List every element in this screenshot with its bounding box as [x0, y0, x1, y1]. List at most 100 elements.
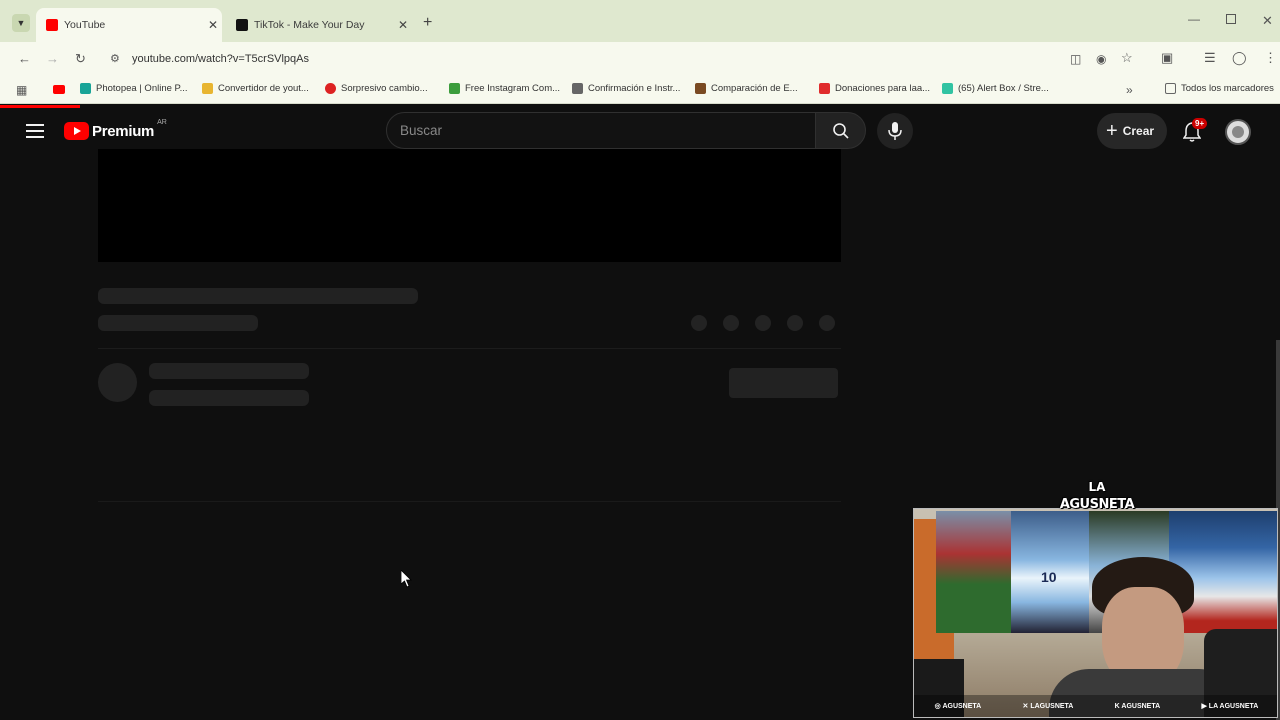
restore-icon[interactable]: [1226, 14, 1236, 24]
news-icon: [325, 83, 336, 94]
bookmark-comparacion[interactable]: Comparación de E...: [695, 83, 798, 94]
tab-title: YouTube: [64, 19, 106, 31]
instagram-handle: ◎ AGUSNETA: [935, 702, 982, 710]
new-tab-icon[interactable]: +: [423, 14, 432, 32]
microphone-icon: [888, 122, 902, 140]
folder-icon: [1165, 83, 1176, 94]
media-controls-icon[interactable]: ☰: [1204, 51, 1216, 65]
mouse-cursor-icon: [401, 570, 412, 588]
divider: [98, 501, 841, 502]
search-input[interactable]: Buscar: [386, 112, 816, 149]
photopea-icon: [80, 83, 91, 94]
divider: [98, 348, 841, 349]
guide-menu-icon[interactable]: [26, 124, 44, 138]
url-text: youtube.com/watch?v=T5crSVlpqAs: [132, 53, 310, 65]
channel-name-skeleton: [149, 363, 309, 379]
bookmark-instagram[interactable]: Free Instagram Com...: [449, 83, 560, 94]
youtube-bookmark-icon[interactable]: [53, 85, 65, 94]
tiktok-favicon-icon: [236, 19, 248, 31]
menu-kebab-icon[interactable]: ⋮: [1264, 51, 1277, 65]
logo-text: Premium: [92, 122, 155, 140]
back-icon[interactable]: ←: [18, 52, 31, 66]
bookmark-photopea[interactable]: Photopea | Online P...: [80, 83, 188, 94]
notifications-button[interactable]: 9+: [1180, 118, 1208, 144]
profile-icon[interactable]: ◯: [1232, 51, 1247, 65]
voice-search-button[interactable]: [877, 113, 913, 149]
action-skeleton-dot: [787, 315, 803, 331]
link-icon: [572, 83, 583, 94]
bookmark-confirmacion[interactable]: Confirmación e Instr...: [572, 83, 680, 94]
bookmark-label: Donaciones para laa...: [835, 83, 931, 94]
bookmark-alertbox[interactable]: (65) Alert Box / Stre...: [942, 83, 1049, 94]
channel-subs-skeleton: [149, 390, 309, 406]
action-skeleton-dot: [755, 315, 771, 331]
bookmark-label: Comparación de E...: [711, 83, 798, 94]
close-tab-icon[interactable]: ✕: [204, 18, 222, 32]
tab-tiktok[interactable]: TikTok - Make Your Day ✕: [226, 8, 412, 42]
notification-badge: 9+: [1192, 118, 1208, 129]
create-button[interactable]: + Crear: [1097, 113, 1167, 149]
region-code: AR: [157, 118, 167, 126]
install-app-icon[interactable]: ◫: [1070, 52, 1081, 66]
close-window-icon[interactable]: ✕: [1262, 13, 1273, 29]
apps-grid-icon[interactable]: ▦: [16, 83, 27, 97]
video-player[interactable]: [98, 149, 841, 262]
all-bookmarks-button[interactable]: Todos los marcadores: [1165, 83, 1274, 94]
search-button[interactable]: [815, 112, 866, 149]
x-label: LAGUSNETA: [1030, 703, 1074, 710]
webcam-overlay: 10 ◎ AGUSNETA ✕ LAGUSNETA K AGUSNETA ▶ L…: [913, 508, 1278, 718]
jersey-number: 10: [1041, 569, 1057, 585]
youtube-small-icon: ▶: [1201, 703, 1209, 710]
reload-icon[interactable]: ↻: [75, 52, 86, 66]
all-bookmarks-label: Todos los marcadores: [1181, 83, 1274, 94]
search-icon: [833, 123, 849, 139]
avatar[interactable]: [1225, 119, 1251, 145]
close-tab-icon[interactable]: ✕: [394, 18, 412, 32]
tab-search-button[interactable]: ▼: [12, 14, 30, 32]
bookmark-label: Convertidor de yout...: [218, 83, 309, 94]
youtube-favicon-icon: [46, 19, 58, 31]
bookmark-label: Photopea | Online P...: [96, 83, 188, 94]
browser-tab-strip: ▼ YouTube ✕ TikTok - Make Your Day ✕ + —…: [0, 0, 1280, 42]
kick-handle: K AGUSNETA: [1115, 703, 1161, 710]
plus-icon: +: [1106, 120, 1118, 142]
minimize-icon[interactable]: —: [1188, 12, 1200, 26]
subscribe-skeleton: [729, 368, 838, 398]
address-bar[interactable]: ⚙ youtube.com/watch?v=T5crSVlpqAs: [102, 46, 1152, 72]
youtube-logo[interactable]: Premium AR: [64, 118, 167, 141]
browser-toolbar: ← → ↻ ⚙ youtube.com/watch?v=T5crSVlpqAs …: [0, 42, 1280, 76]
bookmark-star-icon[interactable]: ☆: [1121, 51, 1133, 65]
youtube-label: LA AGUSNETA: [1208, 703, 1259, 710]
title-skeleton: [98, 288, 418, 304]
agusneta-logo: LA AGUSNETA: [1056, 480, 1138, 532]
create-label: Crear: [1122, 124, 1155, 138]
youtube-play-icon: [64, 122, 89, 140]
kick-label: AGUSNETA: [1121, 702, 1161, 710]
c-icon: [819, 83, 830, 94]
bookmark-convertidor[interactable]: Convertidor de yout...: [202, 83, 309, 94]
streamlabs-icon: [942, 83, 953, 94]
avatar-inner: [1232, 126, 1244, 138]
forward-icon[interactable]: →: [46, 52, 59, 66]
bookmark-label: Sorpresivo cambio...: [341, 83, 428, 94]
extensions-icon[interactable]: ▣: [1161, 51, 1173, 65]
stadium-poster: [936, 511, 1011, 633]
tab-title: TikTok - Make Your Day: [254, 19, 365, 31]
bookmark-label: Free Instagram Com...: [465, 83, 561, 94]
instagram-label: AGUSNETA: [942, 703, 982, 710]
action-skeleton-dot: [819, 315, 835, 331]
action-skeleton-dot: [691, 315, 707, 331]
youtube-handle: ▶ LA AGUSNETA: [1201, 702, 1258, 710]
bookmark-label: (65) Alert Box / Stre...: [958, 83, 1049, 94]
w-icon: [449, 83, 460, 94]
subtitle-skeleton: [98, 315, 258, 331]
more-bookmarks-icon[interactable]: »: [1126, 83, 1133, 97]
bookmark-donaciones[interactable]: Donaciones para laa...: [819, 83, 930, 94]
site-info-icon[interactable]: ⚙: [110, 52, 120, 65]
x-handle: ✕ LAGUSNETA: [1023, 702, 1074, 710]
logo-line-1: LA: [1088, 480, 1106, 494]
comparison-icon: [695, 83, 706, 94]
hide-icon[interactable]: ◉: [1096, 52, 1106, 66]
tab-youtube[interactable]: YouTube ✕: [36, 8, 222, 42]
bookmark-sorpresivo[interactable]: Sorpresivo cambio...: [325, 83, 428, 94]
